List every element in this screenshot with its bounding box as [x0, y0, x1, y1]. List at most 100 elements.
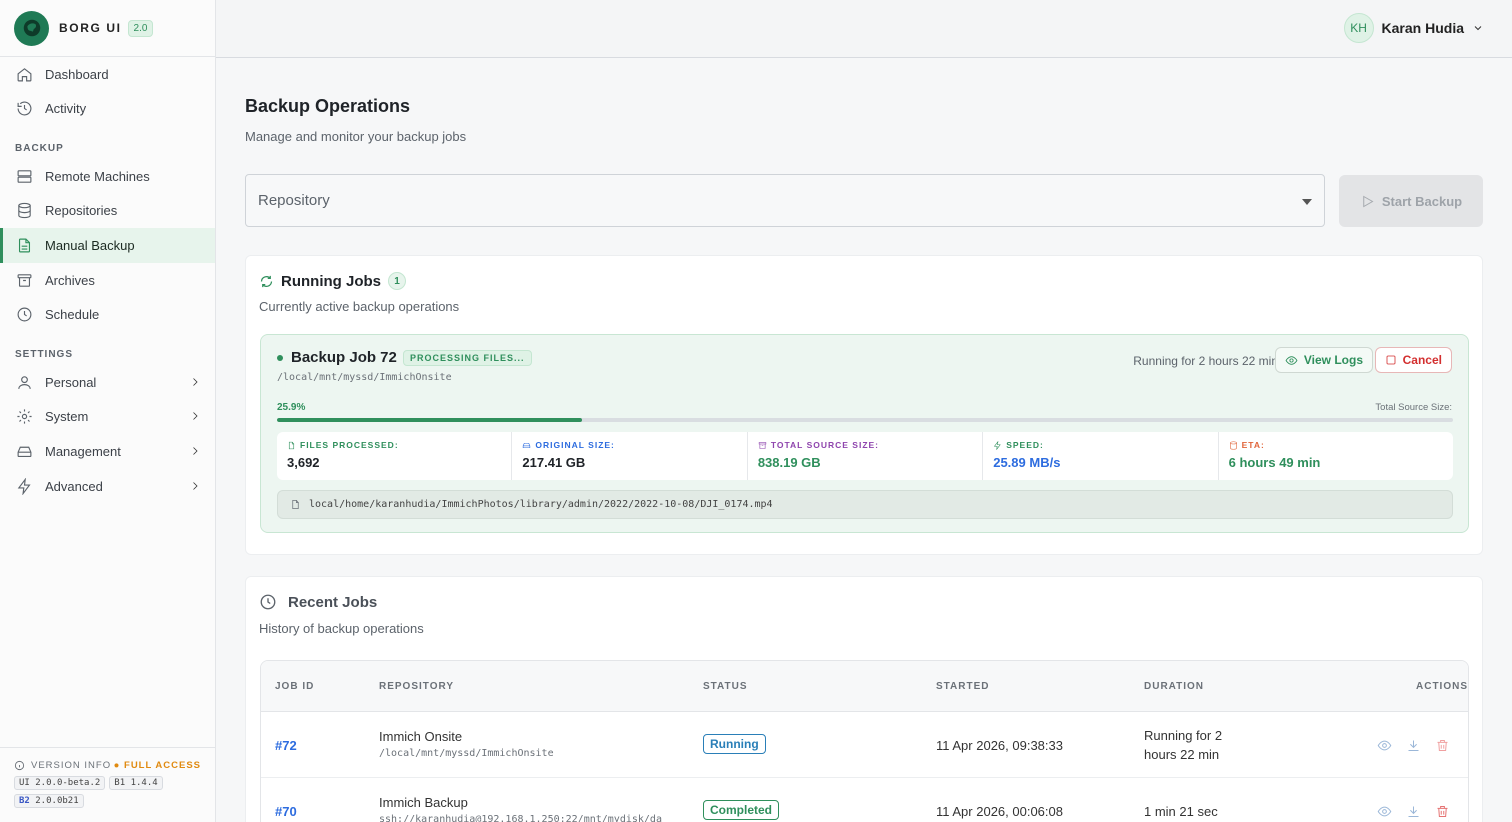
table-row: #70 Immich Backup ssh://karanhudia@192.1…: [261, 778, 1468, 822]
download-icon[interactable]: [1406, 804, 1421, 819]
clock-icon: [260, 594, 276, 610]
stat-value: 3,692: [287, 455, 320, 470]
history-icon: [17, 101, 32, 116]
stat-total-source-size: TOTAL SOURCE SIZE: 838.19 GB: [748, 432, 984, 480]
progress-percent: 25.9%: [277, 402, 306, 413]
database-icon: [18, 202, 31, 219]
sidebar-item-label: Advanced: [45, 479, 103, 494]
sidebar-item-label: Dashboard: [45, 67, 109, 82]
repository-select[interactable]: Repository: [245, 174, 1325, 227]
sidebar-item-label: Schedule: [45, 307, 100, 322]
stat-value: 6 hours 49 min: [1228, 455, 1321, 470]
duration-line: hours 22 min: [1144, 747, 1220, 762]
table-row: #72 Immich Onsite /local/mnt/myssd/Immic…: [261, 712, 1468, 778]
bolt-icon: [994, 440, 1001, 450]
started-time: 11 Apr 2026, 00:06:08: [936, 804, 1063, 819]
trash-icon[interactable]: [1435, 804, 1450, 819]
sidebar-item-personal[interactable]: Personal: [0, 365, 215, 400]
status-badge: Running: [703, 734, 766, 754]
stop-icon: [1386, 355, 1396, 365]
sidebar-item-label: Archives: [45, 273, 95, 288]
sidebar-item-system[interactable]: System: [0, 399, 215, 434]
start-backup-button[interactable]: Start Backup: [1339, 175, 1483, 227]
col-duration[interactable]: DURATION: [1144, 681, 1204, 692]
page-subtitle: Manage and monitor your backup jobs: [245, 129, 467, 144]
progress-bar: [277, 418, 1453, 422]
chevron-right-icon: [193, 482, 198, 490]
repo-path: /local/mnt/myssd/ImmichOnsite: [379, 748, 554, 759]
cancel-button[interactable]: Cancel: [1374, 347, 1452, 373]
drive-icon: [523, 442, 531, 448]
col-repository[interactable]: REPOSITORY: [379, 681, 454, 692]
trash-icon[interactable]: [1435, 738, 1450, 753]
eye-icon[interactable]: [1377, 804, 1392, 819]
b2-version-tag: B2 2.0.0b21: [14, 794, 84, 808]
topbar: KH Karan Hudia: [216, 0, 1512, 58]
running-jobs-subtitle: Currently active backup operations: [259, 299, 460, 314]
stat-value: 217.41 GB: [522, 455, 586, 470]
running-count-badge: 1: [388, 272, 406, 290]
user-icon: [18, 376, 31, 389]
chevron-right-icon: [193, 378, 198, 386]
sidebar-item-manual-backup[interactable]: Manual Backup: [0, 228, 215, 263]
table-header: JOB ID REPOSITORY STATUS STARTED DURATIO…: [261, 661, 1468, 712]
sidebar-item-repositories[interactable]: Repositories: [0, 193, 215, 228]
sidebar-item-label: Activity: [45, 101, 87, 116]
col-started[interactable]: STARTED: [936, 681, 989, 692]
sidebar-item-advanced[interactable]: Advanced: [0, 469, 215, 504]
version-info-label: VERSION INFO: [31, 760, 112, 771]
file-icon: [288, 441, 295, 449]
refresh-icon: [260, 275, 273, 287]
started-time: 11 Apr 2026, 09:38:33: [936, 738, 1063, 753]
status-badge: Completed: [703, 800, 780, 820]
start-backup-label: Start Backup: [1381, 193, 1463, 209]
job-id-link[interactable]: #70: [275, 804, 297, 819]
chevron-right-icon: [193, 447, 198, 455]
stat-original-size: ORIGINAL SIZE: 217.41 GB: [512, 432, 748, 480]
stat-value: 25.89 MB/s: [993, 455, 1061, 470]
gear-icon: [17, 409, 32, 424]
sidebar-item-label: Manual Backup: [45, 238, 135, 253]
logo-icon[interactable]: [14, 10, 49, 46]
col-actions: ACTIONS: [1416, 681, 1468, 692]
download-icon[interactable]: [1406, 738, 1421, 753]
sidebar-item-label: Remote Machines: [45, 169, 150, 184]
eye-icon[interactable]: [1377, 738, 1392, 753]
sidebar-item-label: System: [45, 409, 89, 424]
brand-name: BORG UI: [59, 21, 122, 35]
b1-version-tag: B1 1.4.4: [109, 776, 163, 790]
play-icon: [1363, 195, 1374, 207]
duration-line: Running for 2: [1144, 728, 1223, 743]
running-duration: Running for 2 hours 22 min: [1133, 354, 1278, 368]
col-job-id[interactable]: JOB ID: [275, 681, 314, 692]
duration-line: 1 min 21 sec: [1144, 804, 1218, 819]
server-icon: [17, 170, 32, 183]
job-path: /local/mnt/myssd/ImmichOnsite: [277, 372, 452, 383]
progress-fill: [277, 418, 582, 422]
sidebar-item-label: Management: [45, 444, 121, 459]
col-status[interactable]: STATUS: [703, 681, 748, 692]
file-icon: [292, 500, 299, 509]
sidebar-item-schedule[interactable]: Schedule: [0, 297, 215, 332]
sidebar-item-archives[interactable]: Archives: [0, 263, 215, 298]
eye-icon: [1285, 355, 1298, 365]
sidebar-item-management[interactable]: Management: [0, 434, 215, 469]
repository-placeholder: Repository: [258, 192, 330, 209]
brand-version-badge: 2.0: [127, 19, 154, 37]
view-logs-button[interactable]: View Logs: [1274, 347, 1373, 373]
access-badge: ● FULL ACCESS: [113, 760, 201, 771]
recent-jobs-title: Recent Jobs: [259, 593, 377, 611]
user-menu[interactable]: KH Karan Hudia: [1343, 13, 1484, 43]
job-id-link[interactable]: #72: [275, 738, 297, 753]
database-icon: [1229, 440, 1237, 450]
sidebar-item-remote-machines[interactable]: Remote Machines: [0, 159, 215, 194]
status-dot: [277, 355, 283, 361]
running-job-card: Backup Job 72 PROCESSING FILES... /local…: [260, 334, 1469, 533]
status-badge: PROCESSING FILES...: [403, 350, 532, 366]
sidebar-item-label: Repositories: [45, 203, 118, 218]
sidebar-item-activity[interactable]: Activity: [0, 91, 215, 126]
sidebar-item-dashboard[interactable]: Dashboard: [0, 57, 215, 92]
total-source-label: Total Source Size:: [1375, 402, 1452, 413]
bolt-icon: [17, 478, 31, 495]
caret-down-icon: [1302, 199, 1312, 205]
